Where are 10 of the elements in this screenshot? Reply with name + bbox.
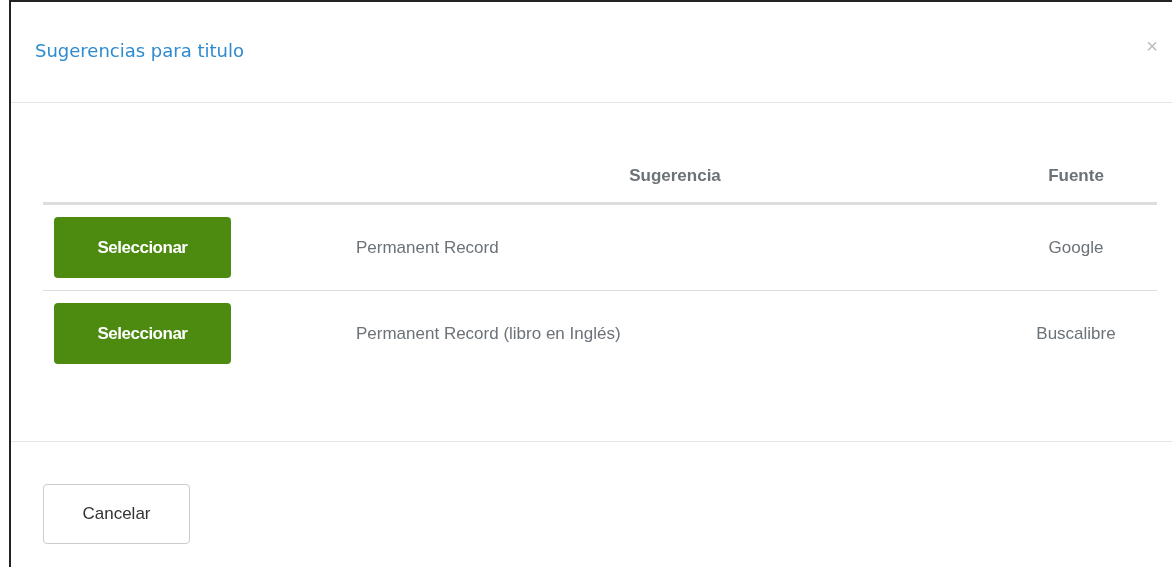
column-header: Fuente: [995, 150, 1157, 204]
dialog-title: Sugerencias para titulo: [35, 40, 244, 61]
select-button[interactable]: Seleccionar: [54, 303, 231, 364]
select-button[interactable]: Seleccionar: [54, 217, 231, 278]
source-text: Buscalibre: [1036, 323, 1116, 343]
suggestion-text: Permanent Record: [356, 237, 499, 257]
source-text: Google: [1048, 237, 1104, 257]
cancel-button[interactable]: Cancelar: [43, 484, 190, 544]
column-header: Sugerencia: [355, 150, 995, 204]
suggestion-text: Permanent Record (libro en Inglés): [356, 323, 621, 343]
